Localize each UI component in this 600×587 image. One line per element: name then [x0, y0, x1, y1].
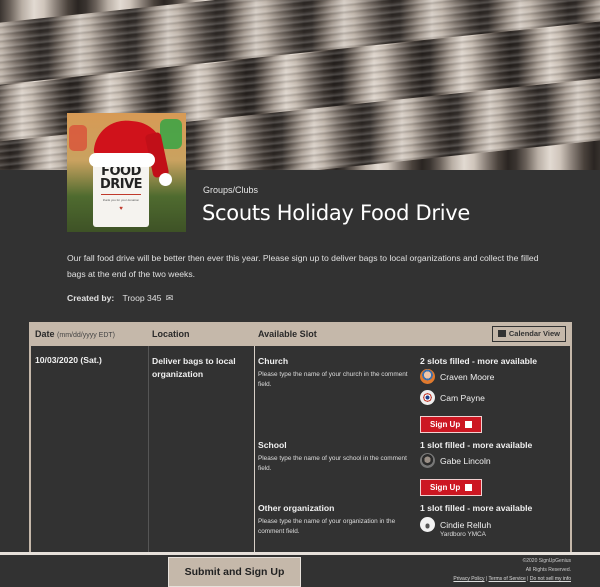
footer: ©2020 SignUpGenius All Rights Reserved. … [453, 558, 571, 582]
date-format-hint: (mm/dd/yyyy EDT) [57, 332, 115, 339]
avatar [420, 453, 435, 468]
event-logo-image: FOOD DRIVE thank you for your donation ♥ [67, 113, 186, 232]
avatar [420, 369, 435, 384]
avatar [420, 390, 435, 405]
slot-note: Please type the name of your organizatio… [258, 518, 396, 535]
calendar-icon [497, 330, 506, 337]
signup-person: Craven Moore [420, 369, 494, 384]
signup-person: Cam Payne [420, 390, 485, 405]
terms-of-service-link[interactable]: Terms of Service [489, 576, 526, 582]
page-title: Scouts Holiday Food Drive [202, 201, 471, 225]
signup-comment: Yardboro YMCA [440, 531, 486, 538]
email-icon[interactable]: ✉ [166, 293, 174, 303]
submit-and-sign-up-button[interactable]: Submit and Sign Up [168, 557, 301, 587]
sign-up-button-school[interactable]: Sign Up [420, 479, 482, 496]
row-date: 10/03/2020 (Sat.) [35, 355, 102, 365]
created-by-label: Created by: [67, 293, 115, 303]
signup-table: Date (mm/dd/yyyy EDT) Location Available… [29, 322, 572, 554]
slot-other-organization: Other organization Please type the name … [258, 503, 568, 553]
column-divider [148, 346, 149, 554]
do-not-sell-link[interactable]: Do not sell my info [530, 576, 571, 582]
logo-tagline: thank you for your donation [102, 198, 140, 202]
checkbox-icon [465, 421, 473, 428]
header-date: Date (mm/dd/yyyy EDT) [35, 329, 115, 339]
signup-person: Cindie Relluh Yardboro YMCA [420, 517, 491, 538]
header-location: Location [152, 329, 190, 339]
divider [0, 552, 600, 555]
event-category: Groups/Clubs [203, 185, 259, 195]
creator-name: Troop 345 [122, 293, 162, 303]
slot-status: 1 slot filled - more available [420, 503, 533, 513]
signup-person: Gabe Lincoln [420, 453, 491, 468]
event-description: Our fall food drive will be better then … [67, 253, 539, 279]
row-location: Deliver bags to local organization [152, 356, 236, 379]
privacy-policy-link[interactable]: Privacy Policy [453, 576, 484, 582]
calendar-view-button[interactable]: Calendar View [491, 326, 566, 342]
slot-status: 1 slot filled - more available [420, 440, 533, 450]
avatar [420, 517, 435, 532]
table-header: Date (mm/dd/yyyy EDT) Location Available… [31, 322, 570, 346]
slot-church: Church Please type the name of your chur… [258, 356, 568, 446]
checkbox-icon [465, 484, 473, 491]
copyright: ©2020 SignUpGenius [522, 558, 571, 564]
logo-text-line2: DRIVE [99, 177, 143, 192]
created-by: Created by: Troop 345 ✉ [67, 293, 173, 304]
sign-up-button-church[interactable]: Sign Up [420, 416, 482, 433]
rights: All Rights Reserved. [525, 567, 571, 573]
slot-status: 2 slots filled - more available [420, 356, 538, 366]
column-divider [254, 346, 255, 554]
header-available-slot: Available Slot [258, 329, 317, 339]
slot-note: Please type the name of your school in t… [258, 455, 407, 472]
heart-icon: ♥ [119, 206, 123, 212]
slot-school: School Please type the name of your scho… [258, 440, 568, 510]
slot-note: Please type the name of your church in t… [258, 371, 408, 388]
